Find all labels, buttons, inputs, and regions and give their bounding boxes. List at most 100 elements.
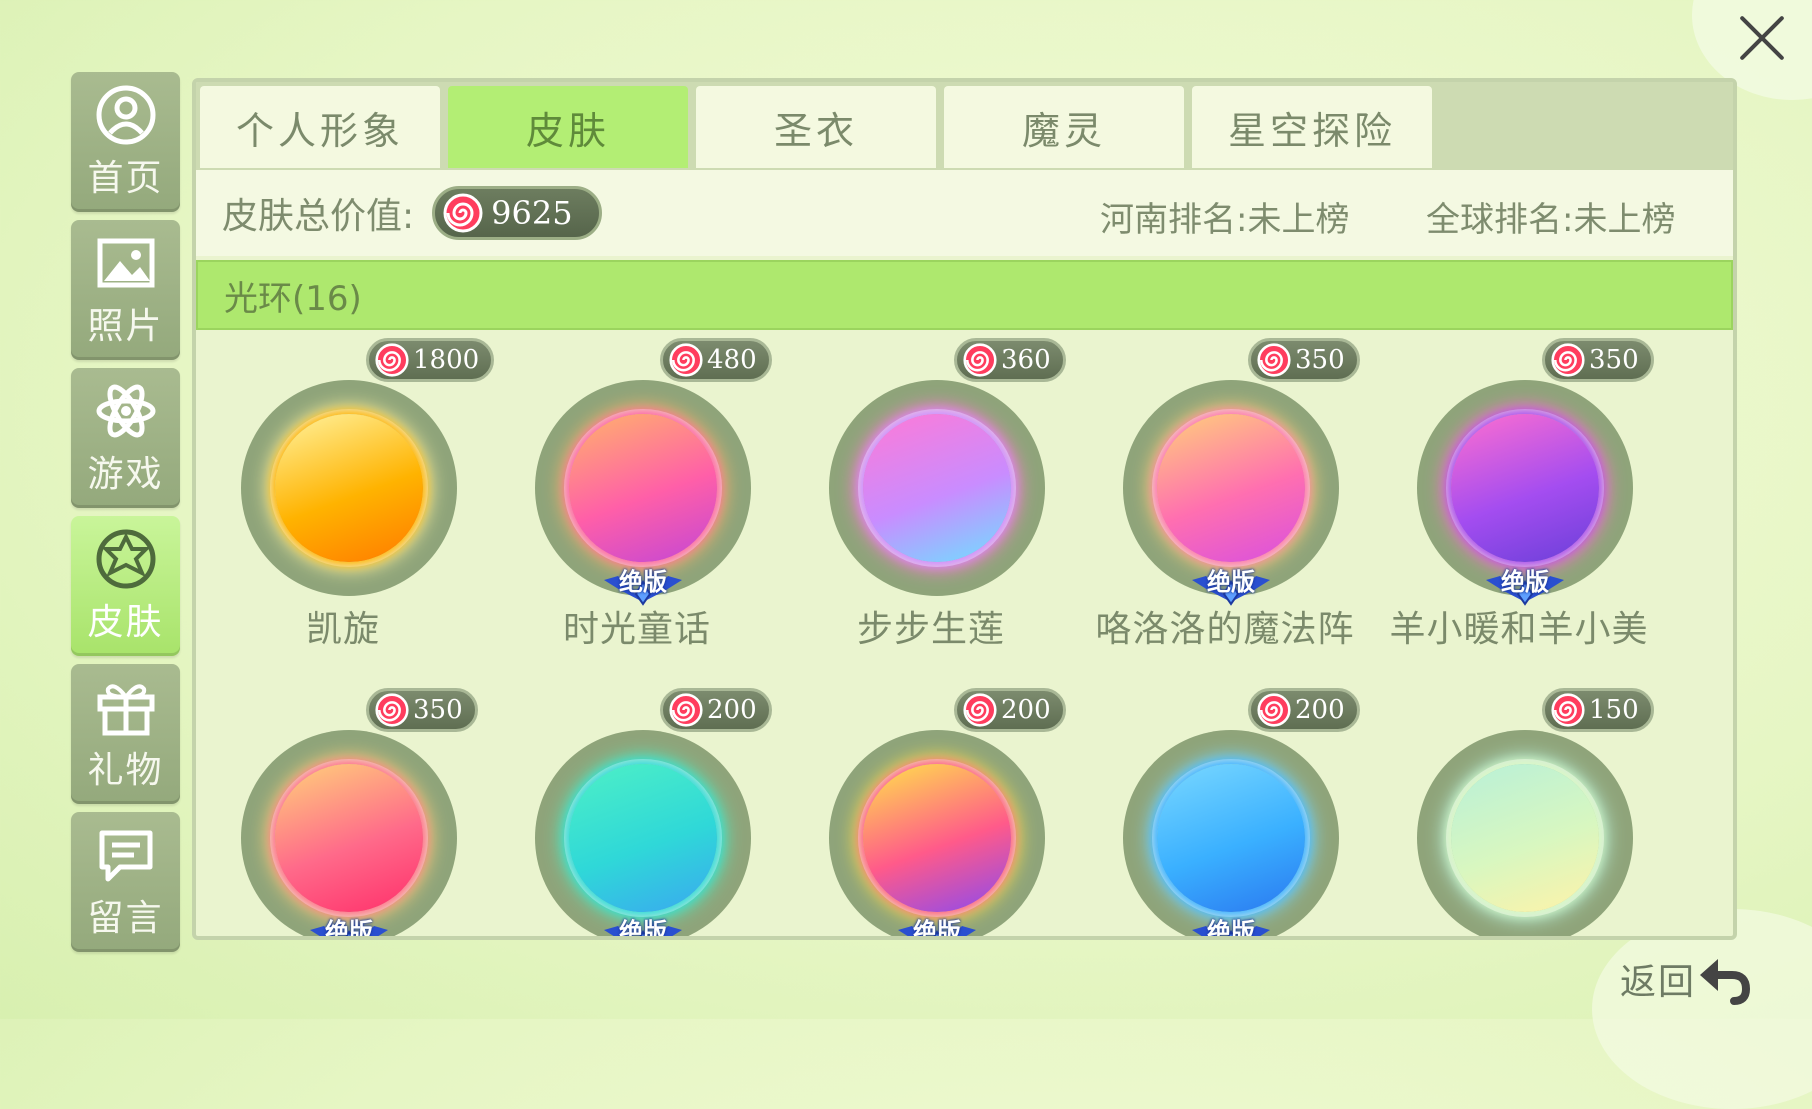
candy-coin-icon [963, 343, 997, 377]
tab-spirits[interactable]: 魔灵 [944, 86, 1184, 168]
tab-skins[interactable]: 皮肤 [448, 86, 688, 168]
price-value: 200 [707, 695, 757, 725]
global-rank: 全球排名:未上榜 [1426, 200, 1676, 240]
henan-rank: 河南排名:未上榜 [1100, 200, 1350, 240]
return-arrow-icon [1700, 959, 1751, 1005]
tab-personal-image[interactable]: 个人形象 [200, 86, 440, 168]
halo-name: 步步生莲 [856, 609, 1005, 650]
limited-edition-label: 绝版 [1207, 918, 1255, 940]
price-value: 200 [1001, 695, 1051, 725]
limited-edition-label: 绝版 [1501, 568, 1549, 596]
sidebar-item-home[interactable]: 首页 [71, 72, 180, 212]
halo-item[interactable]: 200 绝版 [490, 688, 784, 940]
limited-edition-label: 绝版 [619, 918, 667, 940]
sidebar-item-label: 照片 [87, 306, 164, 347]
limited-edition-badge: 绝版 [304, 912, 394, 940]
tab-bar: 个人形象 皮肤 圣衣 魔灵 星空探险 [196, 82, 1733, 170]
total-value-badge: 9625 [432, 186, 602, 240]
close-button[interactable] [1734, 10, 1790, 66]
halo-orb [569, 764, 717, 912]
candy-coin-icon [1551, 343, 1585, 377]
candy-coin-icon [963, 693, 997, 727]
halo-item[interactable]: 360 步步生莲 [784, 338, 1078, 678]
message-icon [99, 830, 152, 882]
section-header-halo: 光环(16) [196, 260, 1733, 330]
back-label: 返回 [1619, 962, 1696, 1003]
price-badge: 480 [660, 338, 772, 382]
halo-name: 咯洛洛的魔法阵 [1095, 609, 1355, 650]
price-value: 350 [1589, 345, 1639, 375]
price-badge: 350 [1542, 338, 1654, 382]
halo-name: 时光童话 [562, 609, 711, 650]
price-badge: 200 [1248, 688, 1360, 732]
halo-preview [1417, 730, 1633, 936]
sidebar-item-games[interactable]: 游戏 [71, 368, 180, 508]
tab-holy-cloth[interactable]: 圣衣 [696, 86, 936, 168]
halo-orb [1451, 414, 1599, 562]
price-value: 480 [707, 345, 757, 375]
halo-item[interactable]: 350 绝版咯洛洛的魔法阵 [1078, 338, 1372, 678]
halo-orb [863, 414, 1011, 562]
halo-orb [569, 414, 717, 562]
halo-orb [1157, 764, 1305, 912]
user-icon [96, 85, 155, 145]
halo-preview [241, 730, 457, 936]
limited-edition-badge: 绝版 [1186, 912, 1276, 940]
candy-coin-icon [375, 693, 409, 727]
limited-edition-label: 绝版 [325, 918, 373, 940]
candy-coin-icon [443, 193, 483, 233]
price-value: 150 [1589, 695, 1639, 725]
halo-orb [1451, 764, 1599, 912]
price-badge: 1800 [366, 338, 495, 382]
price-value: 360 [1001, 345, 1051, 375]
halo-item[interactable]: 150 [1372, 688, 1666, 936]
price-badge: 200 [954, 688, 1066, 732]
price-badge: 150 [1542, 688, 1654, 732]
skins-panel: 个人形象 皮肤 圣衣 魔灵 星空探险 皮肤总价值: 9625 河南排名:未上榜 … [192, 78, 1737, 940]
limited-edition-badge: 绝版 [892, 912, 982, 936]
photo-icon [97, 238, 154, 288]
halo-item[interactable]: 200 绝版 [784, 688, 1078, 936]
halo-item[interactable]: 350 绝版羊小暖和羊小美 [1372, 338, 1666, 678]
halo-orb [1157, 414, 1305, 562]
price-badge: 350 [366, 688, 478, 732]
candy-coin-icon [1257, 693, 1291, 727]
halo-preview [1123, 730, 1339, 936]
halo-item[interactable]: 350 绝版 [196, 688, 490, 940]
price-badge: 360 [954, 338, 1066, 382]
sidebar-item-photos[interactable]: 照片 [71, 220, 180, 360]
price-value: 200 [1295, 695, 1345, 725]
sidebar-item-messages[interactable]: 留言 [71, 812, 180, 952]
price-value: 1800 [413, 345, 480, 375]
back-button[interactable]: 返回 [1620, 953, 1752, 1005]
sidebar-item-gifts[interactable]: 礼物 [71, 664, 180, 804]
halo-preview [829, 380, 1045, 596]
sidebar-item-label: 首页 [87, 158, 164, 199]
price-value: 350 [1295, 345, 1345, 375]
halo-preview [829, 730, 1045, 936]
limited-edition-label: 绝版 [1207, 568, 1255, 596]
sidebar-item-label: 礼物 [87, 750, 164, 791]
halo-item[interactable]: 480 绝版 时光童话 [490, 338, 784, 678]
sidebar-item-label: 游戏 [87, 454, 164, 495]
halo-name: 羊小暖和羊小美 [1389, 609, 1649, 650]
candy-coin-icon [669, 693, 703, 727]
limited-edition-badge: 绝版 [598, 912, 688, 940]
price-value: 350 [413, 695, 463, 725]
skin-value-row: 皮肤总价值: 9625 河南排名:未上榜 全球排名:未上榜 [196, 170, 1733, 256]
halo-preview [535, 730, 751, 936]
price-badge: 350 [1248, 338, 1360, 382]
total-value: 9625 [491, 194, 573, 232]
atom-icon [96, 384, 155, 438]
price-badge: 200 [660, 688, 772, 732]
skin-grid: 1800 凯旋 480 绝版 时光童话 360 步步生莲 350 绝版 咯洛洛的魔法阵 350 绝版羊… [196, 332, 1733, 940]
total-value-label: 皮肤总价值: [222, 196, 415, 237]
halo-item[interactable]: 1800 凯旋 [196, 338, 495, 678]
tab-star-adventure[interactable]: 星空探险 [1192, 86, 1432, 168]
candy-coin-icon [1551, 693, 1585, 727]
halo-preview [241, 380, 457, 596]
sidebar-item-label: 皮肤 [87, 602, 164, 643]
sidebar: 首页 照片 游戏 皮肤 礼物 留言 [71, 72, 180, 960]
halo-item[interactable]: 200 绝版 [1078, 688, 1372, 940]
sidebar-item-skins[interactable]: 皮肤 [71, 516, 180, 656]
